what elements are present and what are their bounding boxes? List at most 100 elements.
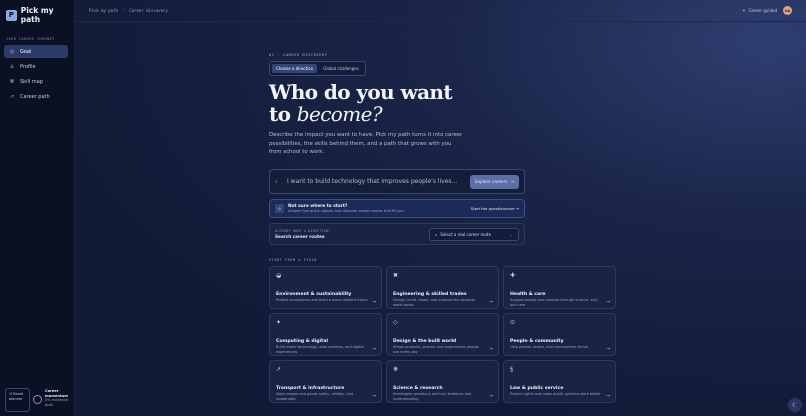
arrow-right-icon: → [372,347,376,352]
wrench-icon: ✖ [393,272,399,279]
compass-icon: ⊘ [275,204,284,213]
field-title: Environment & sustainability [276,292,352,297]
community-icon: ⊙ [510,319,516,326]
trend-icon: ↗ [9,93,15,100]
field-card-transport[interactable]: ↗ Transport & infrastructure Move people… [269,360,382,403]
field-description: Move people and goods safely, reliably, … [276,392,354,401]
route-label: ALREADY HAVE A DIRECTION? [275,229,331,233]
sidebar-footer: ↺ Reset planner Career momentum 0% evide… [5,388,71,412]
arrow-right-icon: → [510,179,515,184]
page-title-line2-prefix: to [269,102,297,126]
field-title: Computing & digital [276,339,329,344]
career-guided-toggle[interactable]: ✦ Career guided [742,8,777,13]
explore-careers-label: Explore careers [474,179,508,184]
avatar[interactable]: UA [783,6,792,15]
route-title: Search career routes [275,234,325,239]
field-card-computing[interactable]: ✦ Computing & digital Build useful techn… [269,313,382,356]
sidebar-item-skill-map[interactable]: ⌘ Skill map [4,75,68,88]
page-title: Who do you want to become? [269,80,453,126]
field-title: Science & research [393,386,443,391]
momentum-progress-ring [33,395,42,404]
atom-icon: ❋ [393,366,399,373]
scales-icon: § [510,366,513,373]
arrow-right-icon: → [489,347,493,352]
arrow-right-icon: → [606,347,610,352]
tab-global-challenges[interactable]: Global challenges [319,64,363,73]
field-grid: ◒ Environment & sustainability Protect e… [269,266,616,403]
field-card-environment[interactable]: ◒ Environment & sustainability Protect e… [269,266,382,309]
sidebar-item-label: Profile [20,63,36,70]
questionnaire-subtitle: Answer five quick signals and discover c… [288,209,405,213]
page-title-line1: Who do you want [269,80,453,104]
sidebar-item-career-path[interactable]: ↗ Career path [4,90,68,103]
arrow-right-icon: → [606,394,610,399]
field-card-design[interactable]: ◇ Design & the built world Shape product… [386,313,499,356]
field-title: Design & the built world [393,339,457,344]
globe-icon: ◒ [276,272,282,279]
explore-careers-button[interactable]: Explore careers → [470,174,519,189]
section-eyebrow: 01 · CAREER DISCOVERY [269,52,328,57]
field-description: Support people and animals through scien… [510,298,599,307]
career-momentum: Career momentum 0% evidence built [33,388,71,412]
topbar-actions: ✦ Career guided UA [742,6,792,15]
career-route-select-label: Select a real career route [440,231,492,237]
main-area: Pick my path / Career discovery ✦ Career… [75,0,806,416]
fields-heading: START FROM A FIELD [269,258,317,262]
field-title: People & community [510,339,564,344]
sidebar-heading: YOUR CAREER JOURNEY [6,37,55,41]
career-route-search: ALREADY HAVE A DIRECTION? Search career … [269,223,525,245]
brand-name: Pick my path [20,6,54,24]
plus-icon: ✚ [510,272,516,279]
momentum-detail: 0% evidence built [45,398,69,408]
target-icon: ◎ [9,48,15,55]
search-box: ⌕ Explore careers → [269,169,525,194]
sidebar-item-label: Goal [20,48,32,55]
momentum-text: Career momentum 0% evidence built [45,389,71,408]
search-icon: ⌕ [275,178,278,185]
sidebar-item-label: Skill map [20,78,43,85]
sidebar-item-goal[interactable]: ◎ Goal [4,45,68,58]
field-description: Protect rights and make public systems w… [510,392,601,396]
field-card-health[interactable]: ✚ Health & care Support people and anima… [503,266,616,309]
map-icon: ⌘ [9,78,15,85]
field-description: Investigate questions and turn evidence … [393,392,472,401]
search-icon: ⌕ [435,231,438,237]
page-description: Describe the impact you want to have. Pi… [269,132,463,156]
brand[interactable]: P Pick my path [6,6,74,24]
field-description: Design, build, repair, and improve the p… [393,298,476,307]
field-title: Engineering & skilled trades [393,292,467,297]
sidebar-item-profile[interactable]: ♙ Profile [4,60,68,73]
field-title: Health & care [510,292,546,297]
career-guided-label: Career guided [748,8,777,13]
field-description: Shape products, spaces, and experiences … [393,345,479,354]
search-input[interactable] [285,178,470,185]
theme-toggle-moon-icon[interactable]: ☾ [788,398,802,412]
arrow-right-icon: → [372,300,376,305]
breadcrumb-current: Career discovery [129,8,168,13]
questionnaire-card[interactable]: ⊘ Not sure where to start? Answer five q… [269,199,525,218]
start-questionnaire-link[interactable]: Start the questionnaire → [471,206,519,211]
field-title: Transport & infrastructure [276,386,345,391]
field-card-people[interactable]: ⊙ People & community Help people, teams,… [503,313,616,356]
career-route-select[interactable]: ⌕ Select a real career route ⌄ [429,227,519,241]
route-text: ALREADY HAVE A DIRECTION? Search career … [275,229,330,239]
diamond-icon: ◇ [393,319,398,326]
sidebar-item-label: Career path [20,93,50,100]
tab-choose-direction[interactable]: Choose a direction [272,64,318,73]
field-title: Law & public service [510,386,564,391]
brand-logo-icon: P [6,9,17,21]
questionnaire-text: Not sure where to start? Answer five qui… [288,204,405,213]
field-card-engineering[interactable]: ✖ Engineering & skilled trades Design, b… [386,266,499,309]
field-card-law[interactable]: § Law & public service Protect rights an… [503,360,616,403]
breadcrumb-separator: / [122,8,125,13]
person-icon: ♙ [9,63,15,70]
field-description: Protect ecosystems and build a more resi… [276,298,368,302]
reset-planner-button[interactable]: ↺ Reset planner [5,388,30,412]
field-card-science[interactable]: ❋ Science & research Investigate questio… [386,360,499,403]
breadcrumb-home[interactable]: Pick my path [89,8,118,13]
arrow-up-right-icon: ↗ [276,366,282,373]
mode-tabs: Choose a direction Global challenges [269,61,366,76]
arrow-right-icon: → [372,394,376,399]
arrow-right-icon: → [489,300,493,305]
field-description: Help people, teams, and communities thri… [510,345,588,349]
